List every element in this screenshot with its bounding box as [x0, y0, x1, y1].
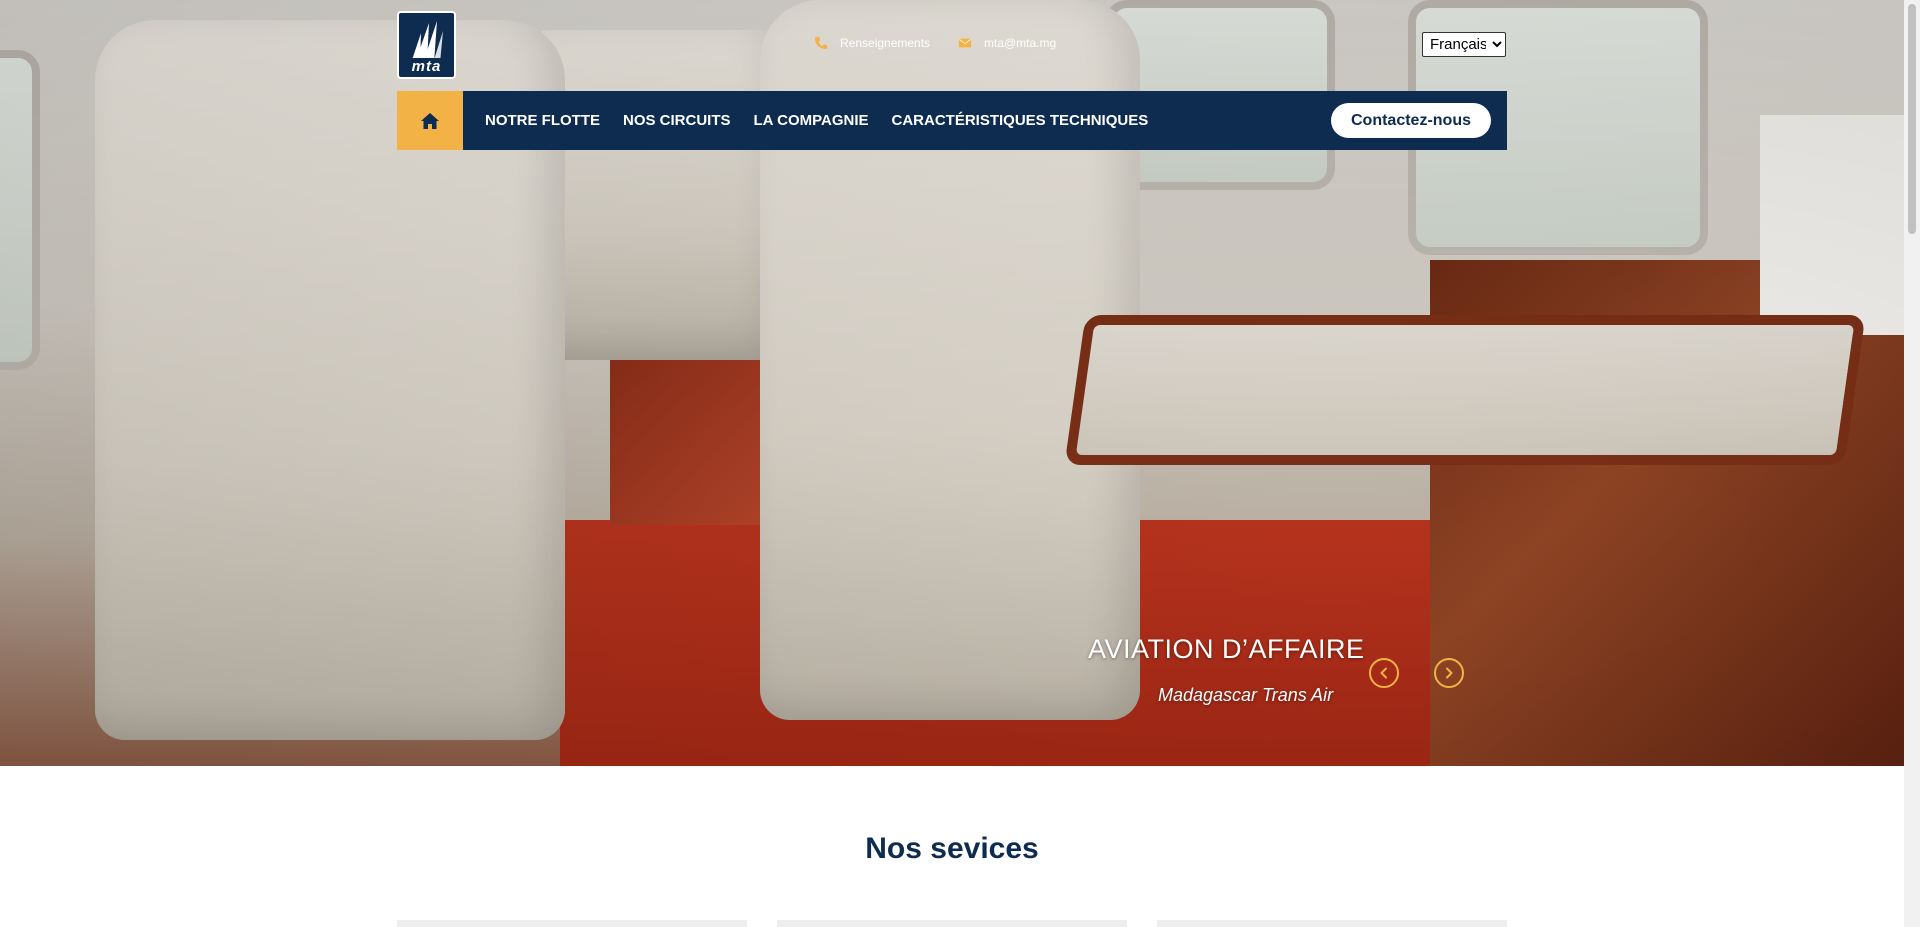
contact-email[interactable]: mta@mta.mg: [958, 36, 1056, 50]
service-card[interactable]: [397, 920, 747, 927]
nav-item-caracteristiques-techniques[interactable]: CARACTÉRISTIQUES TECHNIQUES: [892, 112, 1149, 129]
chevron-left-icon: [1380, 667, 1387, 679]
services-title: Nos sevices: [865, 832, 1039, 865]
slide-title: AVIATION D’AFFAIRE: [1088, 634, 1365, 664]
chevron-right-icon: [1446, 667, 1453, 679]
envelope-icon: [958, 38, 972, 48]
scrollbar-thumb[interactable]: [1908, 4, 1916, 234]
page: mta Renseignements mta@mta.mg Français N…: [0, 0, 1920, 927]
logo-text: mta: [399, 58, 454, 75]
phone-icon: [814, 36, 828, 50]
slide-subtitle: Madagascar Trans Air: [1158, 685, 1334, 705]
contact-button[interactable]: Contactez-nous: [1331, 103, 1491, 138]
site-logo[interactable]: mta: [397, 11, 456, 79]
nav-item-notre-flotte[interactable]: NOTRE FLOTTE: [485, 112, 600, 129]
contact-phone[interactable]: Renseignements: [814, 36, 930, 50]
email-label: mta@mta.mg: [984, 36, 1057, 50]
service-card[interactable]: [1157, 920, 1507, 927]
main-nav: NOTRE FLOTTE NOS CIRCUITS LA COMPAGNIE C…: [397, 91, 1507, 150]
nav-item-la-compagnie[interactable]: LA COMPAGNIE: [754, 112, 869, 129]
services-cards: [397, 920, 1507, 927]
slider-prev-button[interactable]: [1369, 658, 1399, 688]
page-scrollbar[interactable]: [1904, 0, 1920, 927]
language-select[interactable]: Français: [1422, 32, 1506, 57]
home-icon: [421, 112, 439, 129]
nav-item-nos-circuits[interactable]: NOS CIRCUITS: [623, 112, 731, 129]
phone-label: Renseignements: [840, 36, 931, 50]
nav-home-button[interactable]: [397, 91, 463, 150]
service-card[interactable]: [777, 920, 1127, 927]
slider-next-button[interactable]: [1434, 658, 1464, 688]
